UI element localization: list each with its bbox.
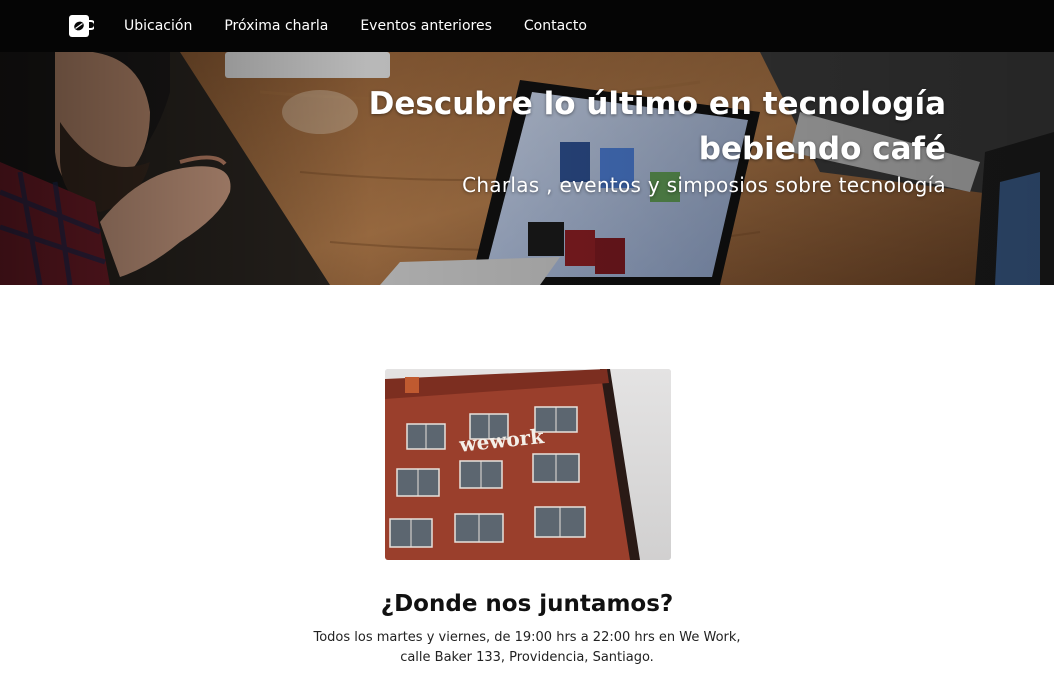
hero-title-line2: bebiendo café (698, 131, 946, 167)
wework-building-photo: wework (385, 369, 671, 560)
top-navbar: Ubicación Próxima charla Eventos anterio… (0, 0, 1054, 52)
nav-links: Ubicación Próxima charla Eventos anterio… (124, 0, 619, 52)
hero-title: Descubre lo último en tecnología bebiend… (326, 82, 946, 172)
location-text-line2: calle Baker 133, Providencia, Santiago. (400, 650, 654, 665)
hero-banner: Descubre lo último en tecnología bebiend… (0, 52, 1054, 285)
nav-link-ubicacion[interactable]: Ubicación (124, 18, 192, 34)
hero-subtitle: Charlas , eventos y simposios sobre tecn… (462, 173, 946, 197)
nav-link-contacto[interactable]: Contacto (524, 18, 587, 34)
coffee-cup-icon[interactable] (68, 14, 96, 38)
location-title: ¿Donde nos juntamos? (380, 591, 674, 617)
location-description: Todos los martes y viernes, de 19:00 hrs… (0, 628, 1054, 668)
nav-link-eventos-anteriores[interactable]: Eventos anteriores (360, 18, 492, 34)
location-text-line1: Todos los martes y viernes, de 19:00 hrs… (313, 630, 741, 645)
hero-title-line1: Descubre lo último en tecnología (368, 86, 946, 122)
hero-text: Descubre lo último en tecnología bebiend… (326, 82, 946, 198)
nav-link-proxima-charla[interactable]: Próxima charla (224, 18, 328, 34)
